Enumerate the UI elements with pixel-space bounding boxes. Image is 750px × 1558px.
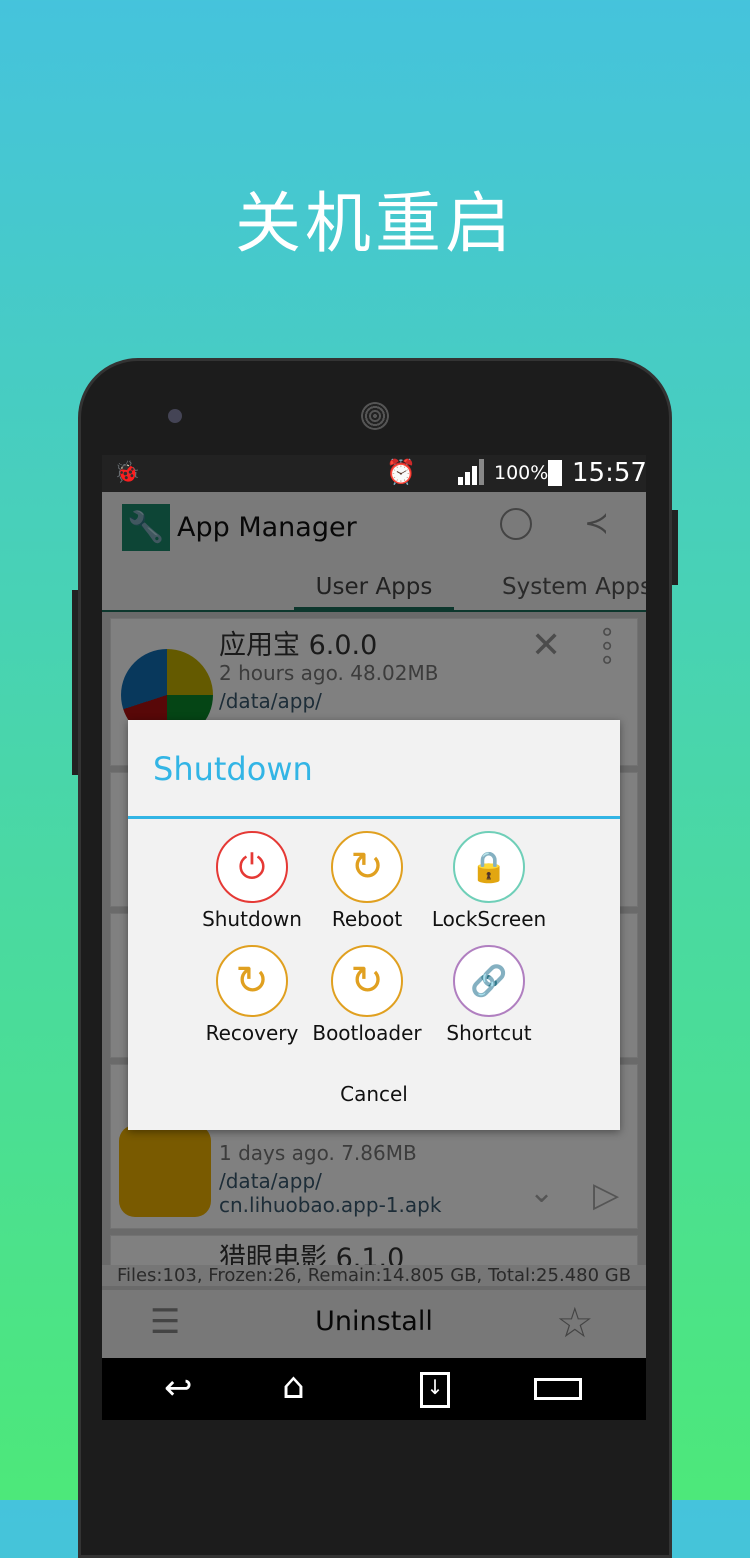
option-label: Shutdown (202, 907, 302, 931)
search-icon[interactable] (500, 508, 532, 540)
app-meta: 1 days ago. 7.86MB (219, 1141, 417, 1165)
download-icon[interactable]: ↓ (420, 1372, 450, 1408)
app-apk: cn.lihuobao.app-1.apk (219, 1193, 442, 1217)
recents-icon[interactable] (534, 1378, 582, 1400)
close-icon[interactable]: ✕ (531, 625, 561, 666)
volume-button (72, 590, 78, 775)
app-icon (119, 1125, 211, 1217)
refresh-icon: ↻ (331, 945, 403, 1017)
option-label: LockScreen (431, 907, 547, 931)
nav-bar: ↩ ⌂ ↓ (102, 1358, 646, 1420)
back-icon[interactable]: ↩ (164, 1368, 193, 1408)
app-path: /data/app/ (219, 689, 322, 713)
storage-stats: Files:103, Frozen:26, Remain:14.805 GB, … (102, 1265, 646, 1286)
list-item[interactable]: 猎眼电影 6.1.0 (110, 1235, 638, 1269)
dialog-title: Shutdown (153, 750, 313, 788)
lockscreen-option[interactable]: 🔒 LockScreen (424, 831, 554, 931)
cancel-button[interactable]: Cancel (128, 1082, 620, 1106)
tab-user-apps[interactable]: User Apps (294, 565, 454, 612)
shortcut-option[interactable]: 🔗 Shortcut (424, 945, 554, 1045)
expand-icon[interactable]: ⌄ (529, 1175, 554, 1210)
bootloader-option[interactable]: ↻ Bootloader (302, 945, 432, 1045)
front-camera (168, 409, 182, 423)
option-label: Bootloader (312, 1021, 422, 1045)
link-icon: 🔗 (453, 945, 525, 1017)
power-icon: ⏻ (216, 831, 288, 903)
reboot-option[interactable]: ↻ Reboot (302, 831, 432, 931)
shutdown-option[interactable]: ⏻ Shutdown (187, 831, 317, 931)
power-button (672, 510, 678, 585)
bottom-bar: ☰ Uninstall ☆ (102, 1290, 646, 1358)
app-logo-wrench-icon[interactable]: 🔧 (122, 504, 170, 551)
home-icon[interactable]: ⌂ (282, 1366, 305, 1407)
divider (128, 816, 620, 819)
lock-icon: 🔒 (453, 831, 525, 903)
option-label: Recovery (205, 1021, 299, 1045)
star-icon[interactable]: ☆ (556, 1298, 594, 1347)
refresh-icon: ↻ (216, 945, 288, 1017)
option-label: Shortcut (446, 1021, 532, 1045)
share-icon[interactable]: ≺ (584, 506, 609, 541)
tab-bar: User Apps System Apps (102, 565, 646, 612)
speaker (361, 402, 389, 430)
app-path: /data/app/ (219, 1169, 322, 1193)
app-meta: 2 hours ago. 48.02MB (219, 661, 439, 685)
more-icon[interactable]: ∘ ∘ ∘ (599, 619, 615, 673)
refresh-icon: ↻ (331, 831, 403, 903)
app-name: 应用宝 6.0.0 (219, 630, 378, 661)
launch-icon[interactable]: ▷ (593, 1175, 619, 1215)
app-title: App Manager (177, 512, 357, 543)
tab-system-apps[interactable]: System Apps (502, 565, 646, 612)
shutdown-dialog: Shutdown ⏻ Shutdown ↻ Reboot 🔒 LockScreen ↻… (128, 720, 620, 1130)
recovery-option[interactable]: ↻ Recovery (187, 945, 317, 1045)
option-label: Reboot (331, 907, 403, 931)
action-bar: 🔧 App Manager ≺ (102, 492, 646, 565)
headline: 关机重启 (235, 185, 515, 262)
